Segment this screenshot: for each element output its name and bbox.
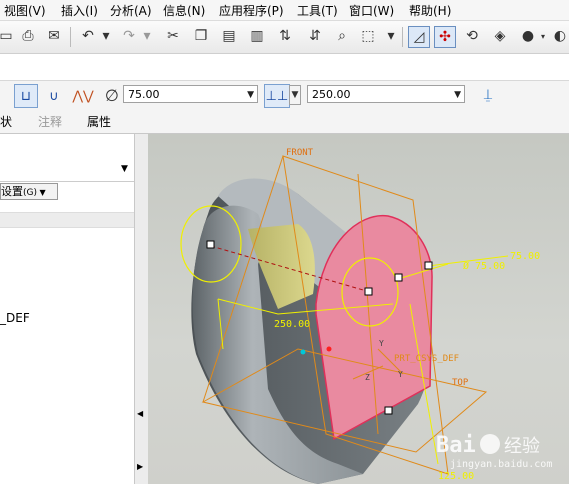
paste-icon[interactable]: ▤ <box>219 26 239 46</box>
menu-help[interactable]: 帮助(H) <box>409 2 451 19</box>
scroll-arrow-icon[interactable]: ▶ <box>137 462 143 471</box>
sketch-profile-icon[interactable]: ⋀⋁ <box>71 84 95 108</box>
save-icon[interactable]: ▭ <box>0 26 16 46</box>
reference-point <box>326 346 332 352</box>
axis-label-z: Z <box>365 373 370 382</box>
find-icon[interactable]: ⌕ <box>332 26 352 46</box>
cut-icon[interactable]: ✂ <box>163 26 183 46</box>
model-tree-panel: ▼ 设置(G) ▼ _DEF <box>0 134 135 484</box>
email-icon[interactable]: ✉ <box>44 26 64 46</box>
drag-handle[interactable] <box>364 287 373 296</box>
diameter-input[interactable]: 75.00 ▼ <box>123 85 258 103</box>
offset-dimension[interactable]: 75.00 <box>510 251 540 262</box>
hole-dashboard: ⊔ ∪ ⋀⋁ ∅ 75.00 ▼ ⊥⊥ ▼ 250.00 ▼ ⍊ 状 注释 属性 <box>0 81 569 134</box>
settings-label: 设置 <box>1 185 23 198</box>
redo-icon[interactable]: ↷ <box>119 26 139 46</box>
settings-shortcut: (G) <box>23 188 37 198</box>
menu-view[interactable]: 视图(V) <box>4 2 46 19</box>
print-icon[interactable]: ⎙ <box>18 26 38 46</box>
standard-hole-icon[interactable]: ∪ <box>42 84 66 108</box>
reference-point <box>300 349 306 355</box>
menu-insert[interactable]: 插入(I) <box>61 2 98 19</box>
regenerate-icon[interactable]: ⇅ <box>275 26 295 46</box>
model-view: FRONT Ø 75.00 75.00 250.00 PRT_CSYS_DEF … <box>180 148 552 484</box>
undo-dropdown-icon[interactable]: ▾ <box>96 26 116 46</box>
diameter-value: 75.00 <box>128 88 160 101</box>
toolbar-divider <box>70 27 71 47</box>
menu-applications[interactable]: 应用程序(P) <box>219 2 284 19</box>
menu-bar: 视图(V) 插入(I) 分析(A) 信息(N) 应用程序(P) 工具(T) 窗口… <box>0 0 569 21</box>
drag-handle[interactable] <box>394 273 403 282</box>
panel-divider <box>0 181 134 182</box>
menu-tools[interactable]: 工具(T) <box>297 2 338 19</box>
tree-item-csys[interactable]: _DEF <box>0 311 30 325</box>
top-plane-label: TOP <box>452 378 469 388</box>
tab-properties[interactable]: 属性 <box>87 113 111 130</box>
simple-hole-icon[interactable]: ⊔ <box>14 84 38 108</box>
copy-icon[interactable]: ❐ <box>191 26 211 46</box>
watermark-brand-cn: 经验 <box>504 436 540 457</box>
watermark-brand: Bai <box>436 433 476 458</box>
chevron-down-icon[interactable]: ▼ <box>247 86 254 104</box>
paw-logo-icon <box>480 434 500 454</box>
drag-handle[interactable] <box>206 240 215 249</box>
menu-info[interactable]: 信息(N) <box>163 2 205 19</box>
depth-blind-icon[interactable]: ⊥⊥ <box>264 84 290 108</box>
graphics-viewport[interactable]: FRONT Ø 75.00 75.00 250.00 PRT_CSYS_DEF … <box>148 134 569 484</box>
axis-label-y: Y <box>398 370 403 379</box>
undo-icon[interactable]: ↶ <box>78 26 98 46</box>
main-toolbar: ▭ ⎙ ✉ ↶ ▾ ↷ ▾ ✂ ❐ ▤ ▥ ⇅ ⇵ ⌕ ⬚ ▾ ◿ ✣ ⟲ ◈ … <box>0 21 569 54</box>
view-orientation-icon[interactable]: ◈ <box>490 26 510 46</box>
datum-plane-display-icon[interactable]: ◿ <box>408 26 430 48</box>
spin-center-icon[interactable]: ⟲ <box>462 26 482 46</box>
tab-notes[interactable]: 注释 <box>38 113 62 130</box>
select-box-icon[interactable]: ⬚ <box>358 26 378 46</box>
depth-value: 250.00 <box>312 88 351 101</box>
front-plane-label: FRONT <box>286 148 314 158</box>
tab-shape[interactable]: 状 <box>0 113 12 130</box>
render-icon[interactable]: ◐ <box>550 26 569 46</box>
message-area <box>0 54 569 81</box>
tree-header <box>0 212 134 228</box>
depth-dimension[interactable]: 250.00 <box>274 319 310 330</box>
bottom-dimension[interactable]: 125.00 <box>438 471 474 482</box>
panel-scrollbar[interactable]: ◀ ▶ <box>134 134 149 484</box>
watermark-url: jingyan.baidu.com <box>450 459 552 470</box>
redo-dropdown-icon[interactable]: ▾ <box>137 26 157 46</box>
drag-handle[interactable] <box>384 406 393 415</box>
datum-axis-display-icon[interactable]: ✣ <box>434 26 456 48</box>
panel-dropdown-icon[interactable]: ▼ <box>121 164 128 174</box>
settings-button[interactable]: 设置(G) ▼ <box>0 183 58 200</box>
diameter-dimension[interactable]: Ø 75.00 <box>463 260 505 272</box>
select-dropdown-icon[interactable]: ▾ <box>381 26 401 46</box>
toolbar-divider <box>402 27 403 47</box>
paste-special-icon[interactable]: ▥ <box>247 26 267 46</box>
regenerate-manager-icon[interactable]: ⇵ <box>305 26 325 46</box>
menu-window[interactable]: 窗口(W) <box>349 2 394 19</box>
menu-analysis[interactable]: 分析(A) <box>110 2 152 19</box>
chevron-down-icon[interactable]: ▼ <box>454 86 461 104</box>
drag-handle[interactable] <box>424 261 433 270</box>
collapse-arrow-icon[interactable]: ◀ <box>137 409 143 418</box>
csys-label: PRT_CSYS_DEF <box>394 354 459 364</box>
depth-input[interactable]: 250.00 ▼ <box>307 85 465 103</box>
axis-label-y: Y <box>379 339 384 348</box>
pause-icon[interactable]: ⍊ <box>478 85 498 105</box>
depth-dropdown-icon[interactable]: ▼ <box>289 85 301 105</box>
diameter-icon: ∅ <box>105 85 119 105</box>
